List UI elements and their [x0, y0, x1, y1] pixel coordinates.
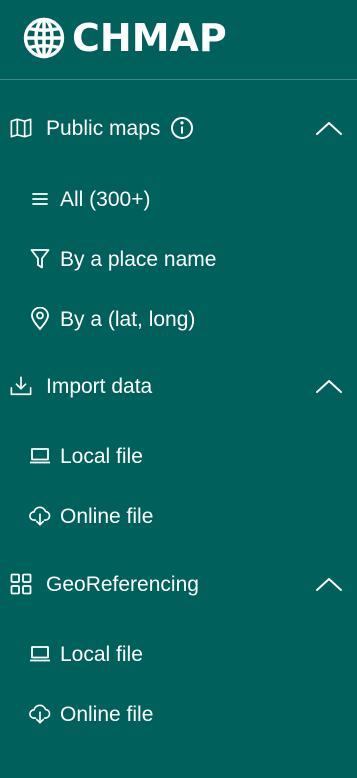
- menu-item-label: Local file: [60, 444, 143, 468]
- section-label: GeoReferencing: [46, 572, 199, 596]
- menu-item-label: Online file: [60, 702, 154, 726]
- menu-item-all-maps[interactable]: All (300+): [0, 177, 357, 221]
- app-title: CHMAP: [72, 16, 227, 60]
- section-public-maps[interactable]: Public maps: [0, 106, 357, 150]
- list-icon: [29, 188, 51, 210]
- cloud-download-icon: [29, 505, 51, 527]
- laptop-icon: [29, 643, 51, 665]
- menu-item-label: All (300+): [60, 187, 151, 211]
- section-label: Import data: [46, 374, 153, 398]
- chevron-up-icon[interactable]: [315, 119, 343, 137]
- menu-item-label: Online file: [60, 504, 154, 528]
- menu-item-by-lat-long[interactable]: By a (lat, long): [0, 297, 357, 341]
- menu-item-label: By a place name: [60, 247, 217, 271]
- laptop-icon: [29, 445, 51, 467]
- app-logo[interactable]: CHMAP: [22, 16, 227, 60]
- chevron-up-icon[interactable]: [315, 575, 343, 593]
- chevron-up-icon[interactable]: [315, 377, 343, 395]
- location-pin-icon: [29, 307, 51, 331]
- app-header: CHMAP: [0, 0, 357, 80]
- grid-icon: [10, 573, 32, 595]
- menu-item-import-local-file[interactable]: Local file: [0, 434, 357, 478]
- cloud-download-icon: [29, 703, 51, 725]
- menu-item-import-online-file[interactable]: Online file: [0, 494, 357, 538]
- download-icon: [10, 375, 32, 397]
- menu-item-georef-online-file[interactable]: Online file: [0, 692, 357, 736]
- section-georeferencing[interactable]: GeoReferencing: [0, 562, 357, 606]
- info-icon[interactable]: [170, 116, 194, 140]
- menu-item-by-place-name[interactable]: By a place name: [0, 237, 357, 281]
- map-icon: [10, 117, 32, 139]
- section-import-data[interactable]: Import data: [0, 364, 357, 408]
- filter-icon: [29, 248, 51, 270]
- globe-icon: [22, 16, 66, 60]
- menu-item-label: Local file: [60, 642, 143, 666]
- menu-item-georef-local-file[interactable]: Local file: [0, 632, 357, 676]
- menu-item-label: By a (lat, long): [60, 307, 196, 331]
- section-label: Public maps: [46, 116, 161, 140]
